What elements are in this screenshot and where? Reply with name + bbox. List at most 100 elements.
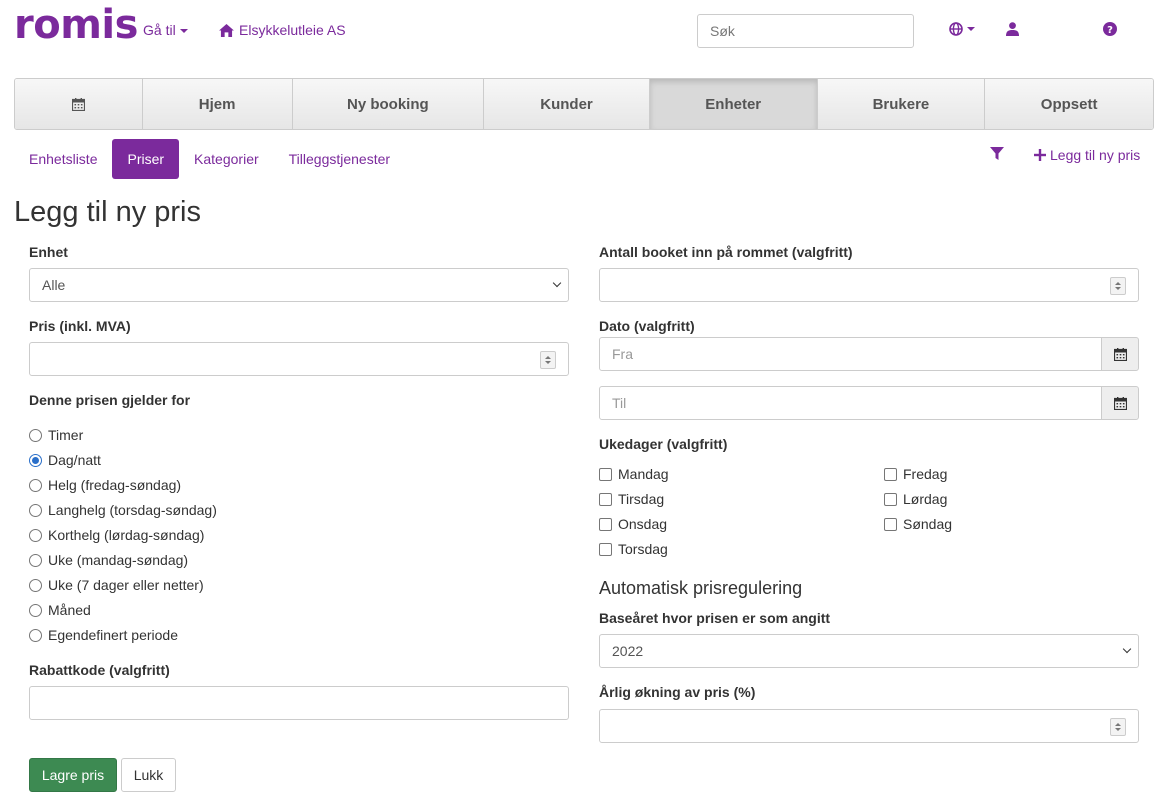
date-from-placeholder: Fra	[612, 346, 633, 362]
checkbox[interactable]	[599, 542, 612, 556]
tab-calendar[interactable]	[15, 79, 143, 129]
stepper-icon[interactable]	[540, 351, 556, 369]
svg-text:?: ?	[1107, 25, 1113, 36]
goto-menu[interactable]: Gå til	[143, 22, 188, 38]
radio-button[interactable]	[29, 603, 42, 617]
caret-down-icon	[179, 29, 188, 34]
add-price-link[interactable]: Legg til ny pris	[1034, 147, 1140, 163]
filter-button[interactable]	[990, 147, 1004, 164]
checkbox-fredag[interactable]: Fredag	[884, 466, 947, 482]
date-from-input[interactable]: Fra	[599, 337, 1102, 371]
unit-select[interactable]: Alle	[29, 268, 569, 302]
stepper-icon[interactable]	[1110, 718, 1126, 736]
language-menu[interactable]	[949, 22, 975, 36]
calendar-icon	[1113, 396, 1127, 410]
tab-brukere[interactable]: Brukere	[817, 79, 986, 129]
radio-button[interactable]	[29, 428, 42, 442]
price-input[interactable]	[29, 342, 569, 376]
radio-maned[interactable]: Måned	[29, 602, 91, 618]
radio-timer[interactable]: Timer	[29, 427, 83, 443]
plus-icon	[1034, 149, 1046, 161]
radio-uke-7[interactable]: Uke (7 dager eller netter)	[29, 577, 204, 593]
search-input[interactable]	[697, 14, 914, 48]
radio-label: Timer	[48, 427, 84, 443]
discount-input[interactable]	[29, 686, 569, 720]
subtab-kategorier[interactable]: Kategorier	[179, 139, 274, 179]
radio-uke-mandag[interactable]: Uke (mandag-søndag)	[29, 552, 188, 568]
weekdays-label: Ukedager (valgfritt)	[599, 436, 728, 452]
price-label: Pris (inkl. MVA)	[29, 318, 131, 334]
date-to-picker[interactable]	[1101, 386, 1139, 420]
radio-label: Egendefinert periode	[48, 627, 178, 643]
company-link[interactable]: Elsykkelutleie AS	[219, 22, 346, 38]
radio-button[interactable]	[29, 578, 42, 592]
close-button[interactable]: Lukk	[121, 758, 176, 792]
help-button[interactable]: ?	[1103, 22, 1117, 39]
checkbox-lordag[interactable]: Lørdag	[884, 491, 947, 507]
radio-label: Korthelg (lørdag-søndag)	[48, 527, 205, 543]
checkbox-onsdag[interactable]: Onsdag	[599, 516, 667, 532]
radio-dag-natt[interactable]: Dag/natt	[29, 452, 101, 468]
company-name: Elsykkelutleie AS	[239, 22, 346, 38]
sub-nav: Enhetsliste Priser Kategorier Tilleggstj…	[14, 139, 405, 179]
home-icon	[219, 23, 234, 37]
radio-button-selected[interactable]	[29, 453, 42, 467]
unit-label: Enhet	[29, 244, 68, 260]
goto-label: Gå til	[143, 22, 176, 38]
discount-label: Rabattkode (valgfritt)	[29, 662, 170, 678]
checkbox[interactable]	[599, 517, 612, 531]
caret-down-icon	[967, 27, 975, 31]
save-button[interactable]: Lagre pris	[29, 758, 117, 792]
filter-icon	[990, 147, 1004, 160]
radio-label: Dag/natt	[48, 452, 101, 468]
radio-button[interactable]	[29, 528, 42, 542]
tab-enheter[interactable]: Enheter	[649, 79, 818, 129]
radio-label: Helg (fredag-søndag)	[48, 477, 182, 493]
date-from-picker[interactable]	[1101, 337, 1139, 371]
checkbox[interactable]	[884, 467, 897, 481]
user-menu[interactable]	[1006, 22, 1019, 39]
base-year-label: Baseåret hvor prisen er som angitt	[599, 610, 831, 626]
subtab-tilleggstjenester[interactable]: Tilleggstjenester	[274, 139, 405, 179]
checkbox-sondag[interactable]: Søndag	[884, 516, 952, 532]
chevron-down-icon	[1122, 644, 1132, 654]
checkbox-tirsdag[interactable]: Tirsdag	[599, 491, 664, 507]
stepper-icon[interactable]	[1110, 277, 1126, 295]
radio-korthelg[interactable]: Korthelg (lørdag-søndag)	[29, 527, 204, 543]
tab-hjem[interactable]: Hjem	[142, 79, 293, 129]
radio-helg[interactable]: Helg (fredag-søndag)	[29, 477, 181, 493]
tab-oppsett[interactable]: Oppsett	[985, 79, 1153, 129]
add-price-label: Legg til ny pris	[1050, 147, 1141, 163]
radio-button[interactable]	[29, 553, 42, 567]
base-year-select[interactable]: 2022	[599, 634, 1139, 668]
checkbox-mandag[interactable]: Mandag	[599, 466, 669, 482]
radio-button[interactable]	[29, 503, 42, 517]
date-label: Dato (valgfritt)	[599, 318, 695, 334]
subtab-priser[interactable]: Priser	[112, 139, 180, 179]
radio-egendefinert[interactable]: Egendefinert periode	[29, 627, 178, 643]
checkbox[interactable]	[884, 517, 897, 531]
checkbox[interactable]	[599, 492, 612, 506]
date-to-input[interactable]: Til	[599, 386, 1102, 420]
tab-kunder[interactable]: Kunder	[484, 79, 650, 129]
radio-button[interactable]	[29, 628, 42, 642]
booked-input[interactable]	[599, 268, 1139, 302]
checkbox-label: Torsdag	[618, 541, 668, 557]
chevron-down-icon	[552, 278, 562, 288]
main-nav: Hjem Ny booking Kunder Enheter Brukere O…	[14, 78, 1154, 130]
globe-icon	[949, 22, 963, 36]
tab-ny-booking[interactable]: Ny booking	[292, 79, 485, 129]
user-icon	[1006, 22, 1019, 36]
calendar-icon	[71, 97, 85, 111]
checkbox-torsdag[interactable]: Torsdag	[599, 541, 668, 557]
unit-select-value: Alle	[42, 277, 66, 293]
increase-input[interactable]	[599, 709, 1139, 743]
checkbox[interactable]	[599, 467, 612, 481]
radio-label: Langhelg (torsdag-søndag)	[48, 502, 217, 518]
top-bar: romis Gå til Elsykkelutleie AS ?	[0, 0, 1158, 60]
romis-logo[interactable]: romis	[14, 2, 138, 48]
radio-button[interactable]	[29, 478, 42, 492]
subtab-enhetsliste[interactable]: Enhetsliste	[14, 139, 112, 179]
radio-langhelg[interactable]: Langhelg (torsdag-søndag)	[29, 502, 217, 518]
checkbox[interactable]	[884, 492, 897, 506]
